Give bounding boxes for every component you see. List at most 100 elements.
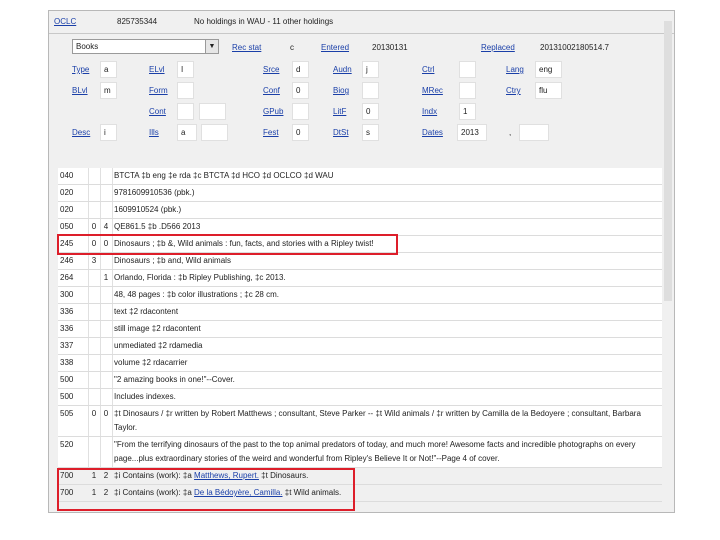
field-tag[interactable]: 500 bbox=[60, 372, 88, 388]
field-tag[interactable]: 505 bbox=[60, 406, 88, 422]
field-tag[interactable]: 500 bbox=[60, 389, 88, 405]
field-content[interactable]: "From the terrifying dinosaurs of the pa… bbox=[114, 438, 659, 466]
dates-field-2[interactable] bbox=[519, 124, 549, 141]
dtst-field[interactable]: s bbox=[362, 124, 379, 141]
field-content[interactable]: 1609910524 (pbk.) bbox=[114, 203, 659, 217]
desc-label[interactable]: Desc bbox=[72, 128, 90, 137]
field-content[interactable]: Orlando, Florida : ‡b Ripley Publishing,… bbox=[114, 271, 659, 285]
field-ind2[interactable]: 1 bbox=[101, 270, 111, 286]
ctry-label[interactable]: Ctry bbox=[506, 86, 521, 95]
field-tag[interactable]: 336 bbox=[60, 321, 88, 337]
field-row-264[interactable]: 264 1 Orlando, Florida : ‡b Ripley Publish… bbox=[58, 270, 662, 287]
dates-label[interactable]: Dates bbox=[422, 128, 443, 137]
field-content[interactable]: text ‡2 rdacontent bbox=[114, 305, 659, 319]
field-tag[interactable]: 520 bbox=[60, 437, 88, 453]
field-row-500[interactable]: 500 "2 amazing books in one!"--Cover. bbox=[58, 372, 662, 389]
field-ind1[interactable]: 0 bbox=[89, 219, 99, 235]
field-row-338[interactable]: 338 volume ‡2 rdacarrier bbox=[58, 355, 662, 372]
audn-field[interactable]: j bbox=[362, 61, 379, 78]
cont-field-2[interactable] bbox=[199, 103, 226, 120]
field-row-040[interactable]: 040 BTCTA ‡b eng ‡e rda ‡c BTCTA ‡d HCO ‡… bbox=[58, 168, 662, 185]
litf-field[interactable]: 0 bbox=[362, 103, 379, 120]
srce-field[interactable]: d bbox=[292, 61, 309, 78]
field-row-020[interactable]: 020 1609910524 (pbk.) bbox=[58, 202, 662, 219]
field-tag[interactable]: 020 bbox=[60, 185, 88, 201]
ills-label[interactable]: Ills bbox=[149, 128, 159, 137]
oclc-link[interactable]: OCLC bbox=[54, 17, 76, 26]
field-row-337[interactable]: 337 unmediated ‡2 rdamedia bbox=[58, 338, 662, 355]
ctrl-label[interactable]: Ctrl bbox=[422, 65, 434, 74]
field-tag[interactable]: 264 bbox=[60, 270, 88, 286]
field-content[interactable]: still image ‡2 rdacontent bbox=[114, 322, 659, 336]
type-field[interactable]: a bbox=[100, 61, 117, 78]
gpub-label[interactable]: GPub bbox=[263, 107, 283, 116]
gpub-field[interactable] bbox=[292, 103, 309, 120]
field-content[interactable]: Dinosaurs ; ‡b and, Wild animals bbox=[114, 254, 659, 268]
field-ind1[interactable]: 0 bbox=[89, 406, 99, 422]
field-content[interactable]: volume ‡2 rdacarrier bbox=[114, 356, 659, 370]
rec-stat-value[interactable]: c bbox=[290, 43, 294, 52]
srce-label[interactable]: Srce bbox=[263, 65, 279, 74]
dates-field-1[interactable]: 2013 bbox=[457, 124, 487, 141]
field-content[interactable]: 48, 48 pages : ‡b color illustrations ; … bbox=[114, 288, 659, 302]
field-row-520[interactable]: 520 "From the terrifying dinosaurs of the… bbox=[58, 437, 662, 468]
indx-field[interactable]: 1 bbox=[459, 103, 476, 120]
ills-field-2[interactable] bbox=[201, 124, 228, 141]
form-label[interactable]: Form bbox=[149, 86, 168, 95]
cont-label[interactable]: Cont bbox=[149, 107, 166, 116]
biog-field[interactable] bbox=[362, 82, 379, 99]
field-content[interactable]: unmediated ‡2 rdamedia bbox=[114, 339, 659, 353]
field-tag[interactable]: 338 bbox=[60, 355, 88, 371]
dtst-label[interactable]: DtSt bbox=[333, 128, 349, 137]
field-content[interactable]: BTCTA ‡b eng ‡e rda ‡c BTCTA ‡d HCO ‡d O… bbox=[114, 169, 659, 183]
vertical-scrollbar[interactable] bbox=[664, 21, 672, 301]
replaced-label[interactable]: Replaced bbox=[481, 43, 515, 52]
field-tag[interactable]: 300 bbox=[60, 287, 88, 303]
field-tag[interactable]: 246 bbox=[60, 253, 88, 269]
field-ind2[interactable]: 0 bbox=[101, 406, 111, 422]
field-row-246[interactable]: 246 3 Dinosaurs ; ‡b and, Wild animals bbox=[58, 253, 662, 270]
format-select[interactable]: Books ▼ bbox=[72, 39, 219, 54]
field-content[interactable]: QE861.5 ‡b .D566 2013 bbox=[114, 220, 659, 234]
field-ind1[interactable]: 3 bbox=[89, 253, 99, 269]
audn-label[interactable]: Audn bbox=[333, 65, 352, 74]
cont-field-1[interactable] bbox=[177, 103, 194, 120]
field-row-336[interactable]: 336 text ‡2 rdacontent bbox=[58, 304, 662, 321]
field-tag[interactable]: 020 bbox=[60, 202, 88, 218]
field-content[interactable]: "2 amazing books in one!"--Cover. bbox=[114, 373, 659, 387]
field-ind2[interactable]: 4 bbox=[101, 219, 111, 235]
ctrl-field[interactable] bbox=[459, 61, 476, 78]
field-content[interactable]: ‡t Dinosaurs / ‡r written by Robert Matt… bbox=[114, 407, 659, 435]
biog-label[interactable]: Biog bbox=[333, 86, 349, 95]
elvl-label[interactable]: ELvl bbox=[149, 65, 165, 74]
mrec-label[interactable]: MRec bbox=[422, 86, 443, 95]
field-content[interactable]: Includes indexes. bbox=[114, 390, 659, 404]
mrec-field[interactable] bbox=[459, 82, 476, 99]
blvl-label[interactable]: BLvl bbox=[72, 86, 88, 95]
form-field[interactable] bbox=[177, 82, 194, 99]
field-row-336[interactable]: 336 still image ‡2 rdacontent bbox=[58, 321, 662, 338]
fest-field[interactable]: 0 bbox=[292, 124, 309, 141]
field-row-020[interactable]: 020 9781609910536 (pbk.) bbox=[58, 185, 662, 202]
conf-field[interactable]: 0 bbox=[292, 82, 309, 99]
field-tag[interactable]: 050 bbox=[60, 219, 88, 235]
field-row-500[interactable]: 500 Includes indexes. bbox=[58, 389, 662, 406]
field-content[interactable]: 9781609910536 (pbk.) bbox=[114, 186, 659, 200]
lang-field[interactable]: eng bbox=[535, 61, 562, 78]
field-tag[interactable]: 336 bbox=[60, 304, 88, 320]
rec-stat-label[interactable]: Rec stat bbox=[232, 43, 261, 52]
lang-label[interactable]: Lang bbox=[506, 65, 524, 74]
entered-label[interactable]: Entered bbox=[321, 43, 349, 52]
field-row-300[interactable]: 300 48, 48 pages : ‡b color illustrations… bbox=[58, 287, 662, 304]
desc-field[interactable]: i bbox=[100, 124, 117, 141]
elvl-field[interactable]: I bbox=[177, 61, 194, 78]
ctry-field[interactable]: flu bbox=[535, 82, 562, 99]
conf-label[interactable]: Conf bbox=[263, 86, 280, 95]
field-tag[interactable]: 337 bbox=[60, 338, 88, 354]
litf-label[interactable]: LitF bbox=[333, 107, 346, 116]
chevron-down-icon[interactable]: ▼ bbox=[205, 40, 218, 53]
field-tag[interactable]: 040 bbox=[60, 168, 88, 184]
indx-label[interactable]: Indx bbox=[422, 107, 437, 116]
replaced-value[interactable]: 20131002180514.7 bbox=[540, 43, 609, 52]
blvl-field[interactable]: m bbox=[100, 82, 117, 99]
